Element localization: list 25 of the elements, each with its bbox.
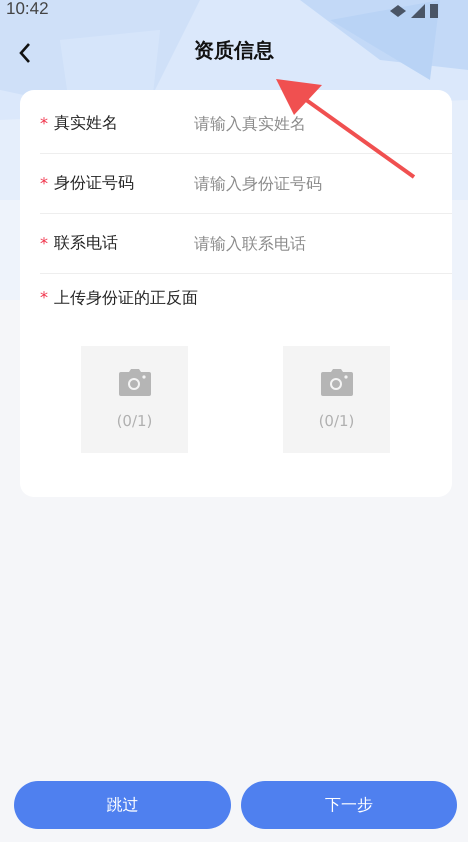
- battery-icon: [430, 4, 438, 18]
- required-mark: *: [40, 114, 48, 133]
- signal-icon: [411, 4, 425, 18]
- action-button[interactable]: 跳过: [14, 781, 230, 829]
- action-button[interactable]: 下一步: [240, 781, 457, 829]
- upload-slot[interactable]: (0/1): [283, 346, 390, 453]
- status-time: 10:42: [6, 0, 49, 18]
- camera-icon: [118, 369, 150, 396]
- page-title: 资质信息: [194, 36, 274, 64]
- field-label: 联系电话: [54, 233, 118, 254]
- back-icon[interactable]: [18, 42, 32, 64]
- wifi-icon: [390, 5, 406, 17]
- required-mark: *: [40, 174, 48, 193]
- field-label: 真实姓名: [54, 113, 118, 134]
- required-mark: *: [40, 234, 48, 253]
- upload-slot[interactable]: (0/1): [81, 346, 188, 453]
- camera-icon: [320, 369, 352, 396]
- required-mark: *: [40, 288, 48, 307]
- input-field[interactable]: 请输入真实姓名: [194, 108, 452, 138]
- field-label: 身份证号码: [54, 173, 134, 194]
- upload-count: (0/1): [116, 412, 152, 430]
- input-field[interactable]: 请输入身份证号码: [194, 168, 452, 198]
- upload-count: (0/1): [318, 412, 354, 430]
- upload-label: 上传身份证的正反面: [54, 288, 198, 309]
- input-field[interactable]: 请输入联系电话: [194, 228, 452, 258]
